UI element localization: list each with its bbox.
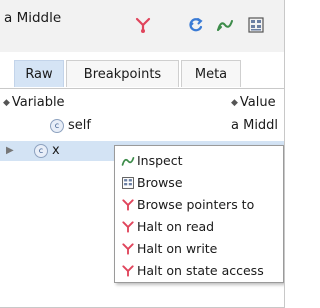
- menu-item-label: Halt on read: [137, 219, 215, 234]
- context-menu: Inspect Browse Browse pointers to Halt o…: [114, 145, 284, 283]
- inspector-panel: a Middle Raw Breakpoints Meta ◆ Variable…: [0, 0, 285, 308]
- column-header-value[interactable]: ◆ Value: [231, 95, 276, 110]
- menu-item-inspect[interactable]: Inspect: [115, 150, 283, 170]
- pointer-fork-icon: [121, 220, 135, 234]
- tab-bar: Raw Breakpoints Meta: [0, 60, 284, 89]
- tab-raw[interactable]: Raw: [14, 60, 64, 87]
- table-row[interactable]: c self a Middl: [0, 116, 284, 136]
- pointer-fork-icon[interactable]: [134, 16, 152, 34]
- column-label-variable: Variable: [11, 95, 65, 110]
- browse-icon[interactable]: [247, 16, 265, 34]
- pointer-fork-icon: [121, 242, 135, 256]
- menu-item-label: Browse pointers to: [137, 197, 255, 212]
- sort-icon: ◆: [231, 98, 238, 108]
- variable-name: x: [52, 143, 60, 158]
- window-title: a Middle: [4, 10, 62, 26]
- variable-name: self: [68, 118, 91, 133]
- menu-item-label: Browse: [137, 175, 183, 190]
- refresh-icon[interactable]: [187, 16, 205, 34]
- menu-item-halt-on-write[interactable]: Halt on write: [115, 238, 283, 258]
- menu-item-label: Halt on write: [137, 241, 218, 256]
- inspect-icon: [121, 154, 135, 168]
- value-cell: a Middl: [231, 118, 279, 133]
- menu-item-browse[interactable]: Browse: [115, 172, 283, 192]
- sort-icon: ◆: [3, 98, 10, 108]
- menu-item-halt-on-read[interactable]: Halt on read: [115, 216, 283, 236]
- table-header: ◆ Variable ◆ Value: [0, 92, 284, 112]
- browse-icon: [121, 176, 135, 190]
- class-badge-icon: c: [50, 119, 64, 133]
- variable-cell: cx: [34, 143, 60, 158]
- menu-item-label: Halt on state access: [137, 263, 264, 278]
- pointer-fork-icon: [121, 264, 135, 278]
- menu-item-browse-pointers[interactable]: Browse pointers to: [115, 194, 283, 214]
- pointer-fork-icon: [121, 198, 135, 212]
- variable-cell: c self: [50, 118, 91, 133]
- menu-item-halt-on-state-access[interactable]: Halt on state access: [115, 260, 283, 280]
- expand-triangle-icon[interactable]: ▶: [6, 145, 14, 156]
- column-label-value: Value: [239, 95, 276, 110]
- class-badge-icon: c: [34, 144, 48, 158]
- inspect-icon[interactable]: [216, 16, 234, 34]
- tab-breakpoints[interactable]: Breakpoints: [66, 60, 179, 87]
- column-header-variable[interactable]: ◆ Variable: [3, 95, 65, 110]
- title-bar: a Middle: [0, 0, 284, 52]
- menu-item-label: Inspect: [137, 153, 183, 168]
- tab-meta[interactable]: Meta: [181, 60, 241, 87]
